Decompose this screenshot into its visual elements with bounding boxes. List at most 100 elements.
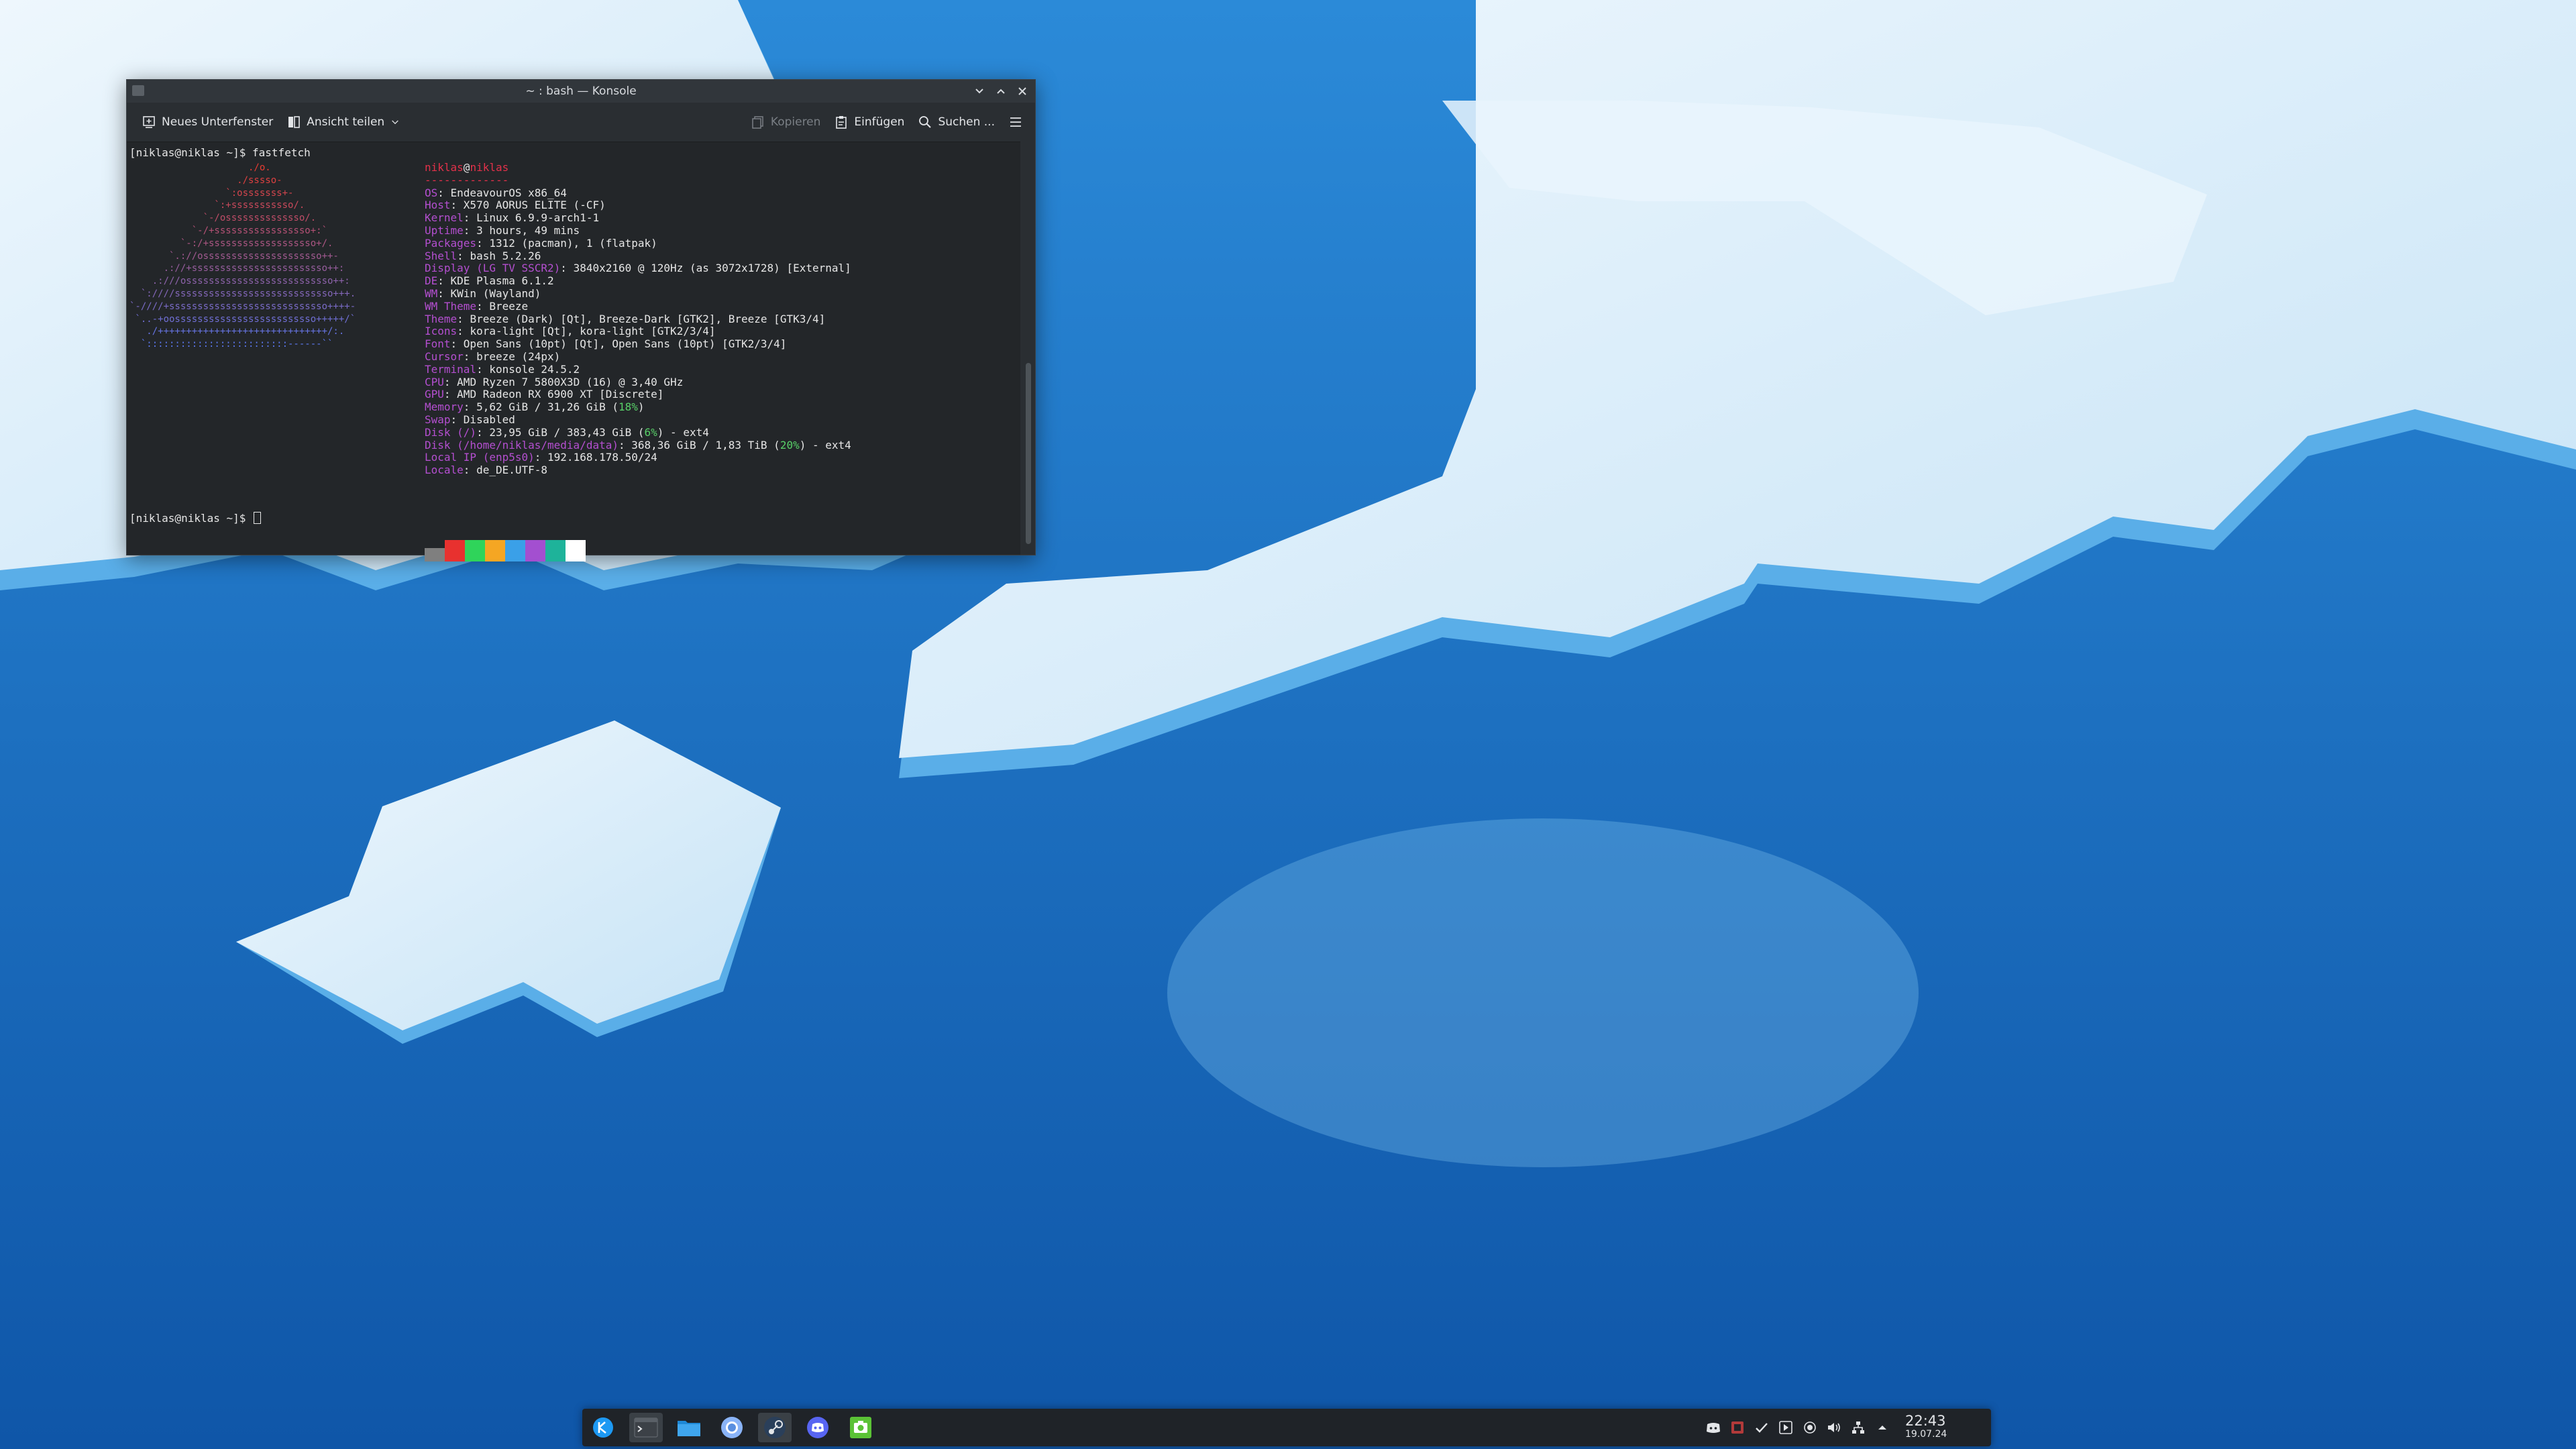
search-icon	[919, 116, 932, 128]
info-value: : 1312 (pacman), 1 (flatpak)	[476, 236, 657, 250]
logo-line: `:////ssssssssssssssssssssssssssso+++.	[129, 288, 356, 299]
window-titlebar[interactable]: ~ : bash — Konsole	[127, 80, 1035, 103]
info-value: : KDE Plasma 6.1.2	[437, 274, 554, 288]
discord-tray-icon[interactable]	[1704, 1418, 1723, 1437]
scrollbar-thumb[interactable]	[1026, 363, 1031, 544]
logo-line: ./o.	[129, 162, 271, 173]
application-launcher[interactable]	[586, 1413, 620, 1442]
terminal-area[interactable]: [niklas@niklas ~]$ fastfetch ./o. ./ssss…	[127, 142, 1020, 561]
split-view-icon	[288, 116, 301, 128]
chevron-down-icon	[392, 120, 399, 125]
info-key: Icons	[425, 325, 458, 338]
task-screenshot-tool[interactable]	[844, 1413, 877, 1442]
hamburger-menu-button[interactable]	[1002, 109, 1030, 136]
host-name: niklas	[470, 161, 509, 174]
logo-line: `-:/+sssssssssssssssssso+/.	[129, 237, 333, 249]
konsole-window[interactable]: ~ : bash — Konsole Neues Unterfenster An…	[126, 79, 1036, 561]
info-row: Local IP (enp5s0): 192.168.178.50/24	[425, 451, 851, 464]
discord-icon	[807, 1417, 828, 1438]
color-swatch	[525, 540, 545, 561]
info-value: : EndeavourOS x86_64	[437, 186, 567, 199]
info-key: Terminal	[425, 362, 477, 376]
task-steam[interactable]	[758, 1413, 792, 1442]
konsole-app-icon[interactable]	[132, 85, 144, 96]
split-view-label: Ansicht teilen	[307, 115, 385, 129]
camera-icon	[850, 1417, 871, 1438]
info-value: : AMD Radeon RX 6900 XT [Discrete]	[443, 388, 664, 401]
info-key: Display (LG TV SSCR2)	[425, 262, 561, 275]
info-row: OS: EndeavourOS x86_64	[425, 186, 851, 200]
color-palette	[425, 540, 586, 561]
info-row: DE: KDE Plasma 6.1.2	[425, 274, 851, 288]
info-key: GPU	[425, 388, 444, 401]
info-value: : Breeze (Dark) [Qt], Breeze-Dark [GTK2]…	[457, 312, 826, 325]
info-percent: 18%	[618, 400, 638, 414]
info-row: Locale: de_DE.UTF-8	[425, 464, 851, 477]
volume-icon[interactable]	[1825, 1418, 1843, 1437]
info-row: Display (LG TV SSCR2): 3840x2160 @ 120Hz…	[425, 262, 851, 275]
info-key: OS	[425, 186, 438, 199]
konsole-toolbar: Neues Unterfenster Ansicht teilen Kopier…	[127, 103, 1035, 142]
digital-clock[interactable]: 22:43 19.07.24	[1905, 1413, 1947, 1440]
terminal-scrollbar[interactable]	[1020, 142, 1035, 555]
info-value: : 192.168.178.50/24	[534, 451, 657, 464]
info-value: : AMD Ryzen 7 5800X3D (16) @ 3,40 GHz	[443, 375, 684, 388]
media-player-icon[interactable]	[1776, 1418, 1795, 1437]
info-value: : Linux 6.9.9-arch1-1	[463, 211, 600, 225]
color-swatch	[566, 540, 586, 561]
user-host-line: niklas@niklas	[425, 161, 851, 174]
info-value: : bash 5.2.26	[457, 249, 541, 262]
info-percent: 6%	[644, 425, 657, 439]
network-icon[interactable]	[1849, 1418, 1868, 1437]
record-icon[interactable]	[1801, 1418, 1819, 1437]
info-key: Locale	[425, 464, 464, 477]
info-value: : 3 hours, 49 mins	[463, 223, 580, 237]
color-swatch	[425, 548, 445, 561]
logo-line: `:+sssssssssso/.	[129, 200, 305, 211]
steam-tray-icon[interactable]	[1752, 1418, 1771, 1437]
info-row: Icons: kora-light [Qt], kora-light [GTK2…	[425, 325, 851, 338]
prompt-text: [niklas@niklas ~]$	[129, 512, 253, 525]
task-discord[interactable]	[801, 1413, 835, 1442]
info-key: Cursor	[425, 350, 464, 363]
paste-button[interactable]: Einfügen	[827, 109, 911, 136]
chevron-up-icon[interactable]	[1873, 1418, 1892, 1437]
text-cursor	[254, 512, 262, 524]
split-view-button[interactable]: Ansicht teilen	[280, 109, 407, 136]
user-name: niklas	[425, 161, 464, 174]
info-key: Font	[425, 337, 451, 351]
info-key: Disk (/home/niklas/media/data)	[425, 438, 619, 451]
new-tab-icon	[143, 116, 155, 128]
task-browser[interactable]	[715, 1413, 749, 1442]
prompt-line[interactable]: [niklas@niklas ~]$	[129, 512, 262, 525]
new-tab-button[interactable]: Neues Unterfenster	[135, 109, 280, 136]
info-key: Shell	[425, 249, 458, 262]
info-value: : Open Sans (10pt) [Qt], Open Sans (10pt…	[450, 337, 787, 351]
find-label: Suchen ...	[938, 115, 995, 129]
info-value: : 3840x2160 @ 120Hz (as 3072x1728) [Exte…	[560, 262, 851, 275]
info-row: Disk (/): 23,95 GiB / 383,43 GiB (6%) - …	[425, 425, 851, 439]
at-sign: @	[463, 161, 470, 174]
taskbar-panel: 22:43 19.07.24	[582, 1409, 1991, 1446]
browser-icon	[721, 1417, 743, 1438]
copy-button[interactable]: Kopieren	[744, 109, 828, 136]
info-key: Local IP (enp5s0)	[425, 451, 535, 464]
task-konsole[interactable]	[629, 1413, 663, 1442]
maximize-icon[interactable]	[992, 83, 1010, 100]
info-key: DE	[425, 274, 438, 288]
app-tray-icon[interactable]	[1728, 1418, 1747, 1437]
info-row: GPU: AMD Radeon RX 6900 XT [Discrete]	[425, 388, 851, 401]
logo-line: .://+ssssssssssssssssssssssso++:	[129, 263, 345, 274]
find-button[interactable]: Suchen ...	[911, 109, 1002, 136]
minimize-icon[interactable]	[971, 83, 988, 100]
copy-icon	[752, 116, 763, 129]
info-row: Swap: Disabled	[425, 413, 851, 427]
info-row: Host: X570 AORUS ELITE (-CF)	[425, 199, 851, 212]
task-file-manager[interactable]	[672, 1413, 706, 1442]
logo-line: `:osssssss+-	[129, 187, 294, 199]
info-row: Terminal: konsole 24.5.2	[425, 362, 851, 376]
info-value: : kora-light [Qt], kora-light [GTK2/3/4]	[457, 325, 716, 338]
close-icon[interactable]	[1014, 83, 1031, 100]
info-value: : 5,62 GiB / 31,26 GiB (	[463, 400, 619, 414]
paste-icon	[836, 116, 847, 129]
